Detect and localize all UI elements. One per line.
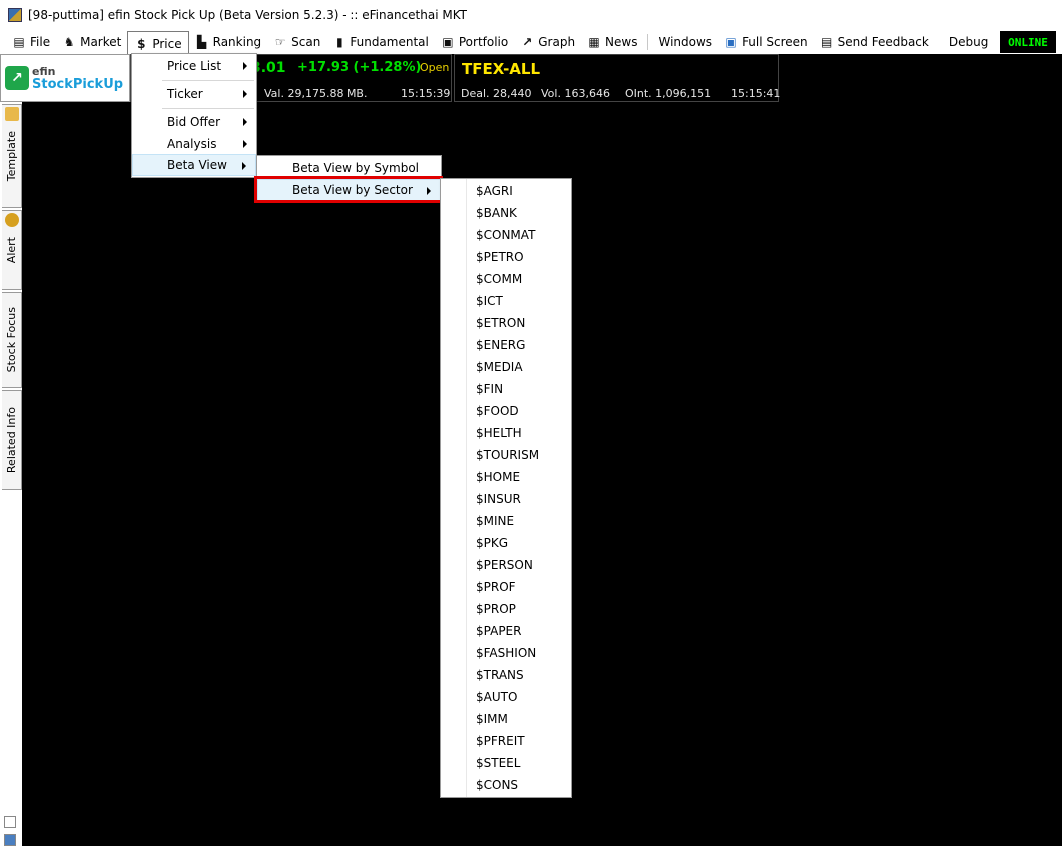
menu-item-sector[interactable]: $CONS	[441, 774, 571, 796]
menu-item-sector[interactable]: $MINE	[441, 510, 571, 532]
scan-icon: ☞	[274, 35, 286, 49]
set-value: Val. 29,175.88 MB.	[264, 87, 368, 100]
graph-icon: ↗	[522, 35, 533, 49]
menu-item-sector[interactable]: $AUTO	[441, 686, 571, 708]
menu-debug[interactable]: Debug	[943, 31, 994, 53]
left-tab-strip: Template Alert Stock Focus Related Info	[0, 102, 22, 846]
submenu-arrow-icon	[243, 90, 247, 98]
online-status-badge: ONLINE	[1000, 31, 1056, 53]
menu-send-feedback[interactable]: ▤ Send Feedback	[814, 31, 935, 53]
app-icon	[8, 8, 22, 22]
submenu-arrow-icon	[242, 162, 246, 170]
menu-item-sector[interactable]: $BANK	[441, 202, 571, 224]
dollar-icon: $	[137, 36, 146, 51]
market-icon: ♞	[63, 35, 75, 49]
menu-item-sector[interactable]: $HELTH	[441, 422, 571, 444]
tfex-ticker[interactable]: TFEX-ALL Deal. 28,440 Vol. 163,646 OInt.…	[454, 54, 781, 102]
menu-item-sector[interactable]: $STEEL	[441, 752, 571, 774]
menu-item-sector[interactable]: $ETRON	[441, 312, 571, 334]
fundamental-icon: ▮	[336, 35, 343, 49]
window-title: [98-puttima] efin Stock Pick Up (Beta Ve…	[28, 8, 467, 22]
menu-item-analysis[interactable]: Analysis	[132, 133, 256, 155]
menu-news[interactable]: ▦ News	[581, 31, 643, 53]
menu-market[interactable]: ♞ Market	[56, 31, 127, 53]
menu-item-sector[interactable]: $PROF	[441, 576, 571, 598]
menu-item-sector[interactable]: $PFREIT	[441, 730, 571, 752]
menu-graph[interactable]: ↗ Graph	[514, 31, 581, 53]
new-page-icon[interactable]	[4, 816, 16, 828]
menu-scan[interactable]: ☞ Scan	[267, 31, 326, 53]
menu-item-beta-view[interactable]: Beta View	[132, 154, 256, 176]
menu-item-sector[interactable]: $FOOD	[441, 400, 571, 422]
menu-item-sector[interactable]: $TRANS	[441, 664, 571, 686]
fullscreen-icon: ▣	[725, 35, 737, 49]
folder-icon	[5, 107, 19, 121]
menu-price[interactable]: $ Price	[127, 31, 189, 55]
tfex-open-interest: OInt. 1,096,151	[625, 87, 712, 100]
submenu-arrow-icon	[243, 118, 247, 126]
menu-item-beta-view-by-sector[interactable]: Beta View by Sector	[257, 179, 441, 201]
document-icon: ▤	[13, 35, 25, 49]
menu-item-price-list[interactable]: Price List	[132, 55, 256, 77]
menu-full-screen[interactable]: ▣ Full Screen	[718, 31, 814, 53]
feedback-icon: ▤	[820, 35, 833, 49]
menu-item-beta-view-by-symbol[interactable]: Beta View by Symbol	[257, 157, 441, 179]
logo-text-bottom: StockPickUp	[32, 77, 124, 92]
submenu-arrow-icon	[243, 140, 247, 148]
market-state: Open	[420, 61, 450, 74]
menu-divider	[162, 108, 254, 109]
menu-separator	[647, 34, 649, 50]
submenu-arrow-icon	[243, 62, 247, 70]
menu-item-sector[interactable]: $MEDIA	[441, 356, 571, 378]
menu-item-sector[interactable]: $ICT	[441, 290, 571, 312]
menu-item-sector[interactable]: $HOME	[441, 466, 571, 488]
set-time: 15:15:39	[401, 87, 451, 100]
menu-item-sector[interactable]: $PERSON	[441, 554, 571, 576]
menu-divider	[162, 80, 254, 81]
submenu-arrow-icon	[427, 187, 431, 195]
menu-item-sector[interactable]: $COMM	[441, 268, 571, 290]
logo-mark-icon: ↗	[5, 66, 29, 90]
window-icon[interactable]	[4, 834, 16, 846]
tfex-deal: Deal. 28,440	[461, 87, 532, 100]
menu-item-sector[interactable]: $AGRI	[441, 180, 571, 202]
title-bar: [98-puttima] efin Stock Pick Up (Beta Ve…	[0, 0, 1062, 30]
menu-item-sector[interactable]: $IMM	[441, 708, 571, 730]
menu-item-sector[interactable]: $PKG	[441, 532, 571, 554]
menu-fundamental[interactable]: ▮ Fundamental	[326, 31, 435, 53]
menu-item-sector[interactable]: $FASHION	[441, 642, 571, 664]
efin-logo: ↗ efin StockPickUp	[0, 54, 130, 102]
menu-item-sector[interactable]: $FIN	[441, 378, 571, 400]
menu-windows[interactable]: Windows	[652, 31, 718, 53]
menu-item-sector[interactable]: $CONMAT	[441, 224, 571, 246]
menu-file[interactable]: ▤ File	[6, 31, 56, 53]
tab-related-info[interactable]: Related Info	[2, 390, 22, 490]
menu-item-sector[interactable]: $PETRO	[441, 246, 571, 268]
alert-icon	[5, 213, 19, 227]
tab-alert[interactable]: Alert	[2, 210, 22, 290]
menu-item-sector[interactable]: $INSUR	[441, 488, 571, 510]
tfex-time: 15:15:41	[731, 87, 781, 100]
menu-bar: ▤ File ♞ Market $ Price ▙ Ranking ☞ Scan…	[0, 30, 1062, 55]
sector-submenu: $AGRI $BANK $CONMAT $PETRO $COMM $ICT $ETRON $E…	[440, 178, 572, 798]
tab-template[interactable]: Template	[2, 104, 22, 208]
beta-view-submenu: Beta View by Symbol Beta View by Sector	[256, 155, 442, 203]
menu-item-sector[interactable]: $ENERG	[441, 334, 571, 356]
tab-stock-focus[interactable]: Stock Focus	[2, 292, 22, 388]
menu-item-ticker[interactable]: Ticker	[132, 83, 256, 105]
menu-item-sector[interactable]: $TOURISM	[441, 444, 571, 466]
set-index-change: +17.93 (+1.28%)	[297, 60, 422, 75]
menu-item-bid-offer[interactable]: Bid Offer	[132, 111, 256, 133]
menu-ranking[interactable]: ▙ Ranking	[189, 31, 268, 53]
news-icon: ▦	[588, 35, 600, 49]
menu-item-sector[interactable]: $PROP	[441, 598, 571, 620]
portfolio-icon: ▣	[442, 35, 454, 49]
menu-item-sector[interactable]: $PAPER	[441, 620, 571, 642]
tfex-title: TFEX-ALL	[462, 60, 541, 78]
price-menu: Price List Ticker Bid Offer Analysis Bet…	[131, 53, 257, 178]
ranking-icon: ▙	[197, 35, 207, 49]
menu-portfolio[interactable]: ▣ Portfolio	[435, 31, 514, 53]
tfex-volume: Vol. 163,646	[541, 87, 610, 100]
